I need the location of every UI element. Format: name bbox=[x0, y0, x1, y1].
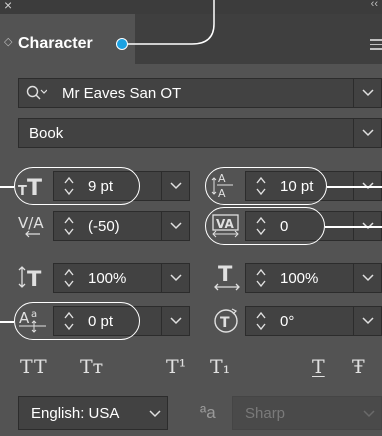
language-value[interactable]: English: USA bbox=[31, 397, 119, 429]
svg-text:A: A bbox=[218, 187, 226, 200]
annotation-leader-leading bbox=[327, 186, 382, 188]
all-caps-button[interactable]: TT bbox=[20, 352, 48, 382]
svg-text:a: a bbox=[31, 309, 37, 320]
character-rotation-field[interactable]: 0° bbox=[245, 306, 382, 336]
leading-value[interactable]: 10 pt bbox=[280, 172, 313, 200]
antialias-value: Sharp bbox=[245, 404, 286, 422]
baseline-shift-stepper[interactable] bbox=[59, 307, 79, 335]
chevron-down-icon bbox=[361, 89, 374, 97]
strikethrough-button[interactable]: Ŧ bbox=[352, 352, 365, 382]
character-rotation-dropdown[interactable] bbox=[353, 307, 381, 335]
font-style-field[interactable]: Book bbox=[18, 118, 382, 148]
vertical-scale-field[interactable]: 100% bbox=[53, 263, 190, 293]
svg-text:VA: VA bbox=[216, 217, 234, 231]
small-caps-button[interactable]: Tт bbox=[80, 352, 103, 382]
font-family-value[interactable]: Mr Eaves San OT bbox=[62, 79, 181, 107]
svg-text:T: T bbox=[218, 262, 233, 286]
character-rotation-value[interactable]: 0° bbox=[280, 307, 294, 335]
kerning-icon: V/A bbox=[18, 210, 48, 240]
font-family-field[interactable]: Mr Eaves San OT bbox=[18, 78, 382, 108]
vertical-scale-dropdown[interactable] bbox=[161, 264, 189, 292]
tracking-icon: VA bbox=[210, 210, 242, 240]
vertical-scale-value[interactable]: 100% bbox=[88, 264, 126, 292]
svg-text:V/A: V/A bbox=[18, 214, 44, 232]
chevron-down-icon bbox=[361, 274, 374, 282]
kerning-value[interactable]: (-50) bbox=[88, 212, 120, 240]
svg-text:A: A bbox=[19, 309, 30, 327]
font-family-dropdown[interactable] bbox=[353, 79, 381, 107]
antialias-field: Sharp bbox=[232, 396, 382, 430]
horizontal-scale-dropdown[interactable] bbox=[353, 264, 381, 292]
kerning-field[interactable]: (-50) bbox=[53, 211, 190, 241]
chevron-down-icon bbox=[363, 410, 375, 418]
annotation-callout-line bbox=[124, 0, 215, 45]
font-size-icon: TT bbox=[18, 172, 46, 200]
superscript-button[interactable]: T¹ bbox=[166, 352, 186, 382]
annotation-leader-font-size bbox=[0, 186, 14, 188]
font-size-value[interactable]: 9 pt bbox=[88, 172, 113, 200]
kerning-dropdown[interactable] bbox=[161, 212, 189, 240]
leading-stepper[interactable] bbox=[251, 172, 271, 200]
font-size-dropdown[interactable] bbox=[161, 172, 189, 200]
chevron-down-icon bbox=[169, 222, 182, 230]
baseline-shift-icon: Aa bbox=[18, 305, 50, 335]
svg-text:A: A bbox=[218, 172, 226, 185]
chevron-down-icon bbox=[169, 274, 182, 282]
chevron-down-icon bbox=[361, 129, 374, 137]
annotation-leader-baseline-shift bbox=[0, 321, 14, 323]
baseline-shift-field[interactable]: 0 pt bbox=[53, 306, 190, 336]
kerning-stepper[interactable] bbox=[59, 212, 79, 240]
baseline-shift-value[interactable]: 0 pt bbox=[88, 307, 113, 335]
svg-text:T: T bbox=[27, 176, 42, 198]
vertical-scale-stepper[interactable] bbox=[59, 264, 79, 292]
font-size-stepper[interactable] bbox=[59, 172, 79, 200]
horizontal-scale-stepper[interactable] bbox=[251, 264, 271, 292]
font-style-dropdown[interactable] bbox=[353, 119, 381, 147]
svg-text:T: T bbox=[220, 315, 230, 331]
horizontal-scale-field[interactable]: 100% bbox=[245, 263, 382, 293]
horizontal-scale-icon: T bbox=[212, 262, 242, 292]
language-field[interactable]: English: USA bbox=[18, 396, 168, 430]
vertical-scale-icon: T bbox=[18, 262, 48, 292]
subscript-button[interactable]: T₁ bbox=[210, 352, 230, 382]
leading-icon: AA bbox=[210, 170, 242, 200]
annotation-leader-tracking bbox=[325, 226, 382, 228]
tracking-value[interactable]: 0 bbox=[280, 212, 288, 240]
tracking-stepper[interactable] bbox=[251, 212, 271, 240]
annotation-dot bbox=[116, 38, 128, 50]
chevron-down-icon bbox=[169, 182, 182, 190]
character-rotation-stepper[interactable] bbox=[251, 307, 271, 335]
character-rotation-icon: T bbox=[212, 306, 242, 336]
chevron-down-icon bbox=[361, 317, 374, 325]
horizontal-scale-value[interactable]: 100% bbox=[280, 264, 318, 292]
baseline-shift-dropdown[interactable] bbox=[161, 307, 189, 335]
font-size-field[interactable]: 9 pt bbox=[53, 171, 190, 201]
search-icon bbox=[25, 82, 48, 109]
underline-button[interactable]: T bbox=[312, 352, 325, 382]
chevron-down-icon bbox=[169, 317, 182, 325]
svg-text:T: T bbox=[27, 267, 42, 290]
svg-text:T: T bbox=[18, 184, 27, 198]
font-style-value[interactable]: Book bbox=[29, 119, 63, 147]
antialias-icon: ªa bbox=[200, 403, 216, 422]
chevron-down-icon[interactable] bbox=[149, 410, 161, 418]
